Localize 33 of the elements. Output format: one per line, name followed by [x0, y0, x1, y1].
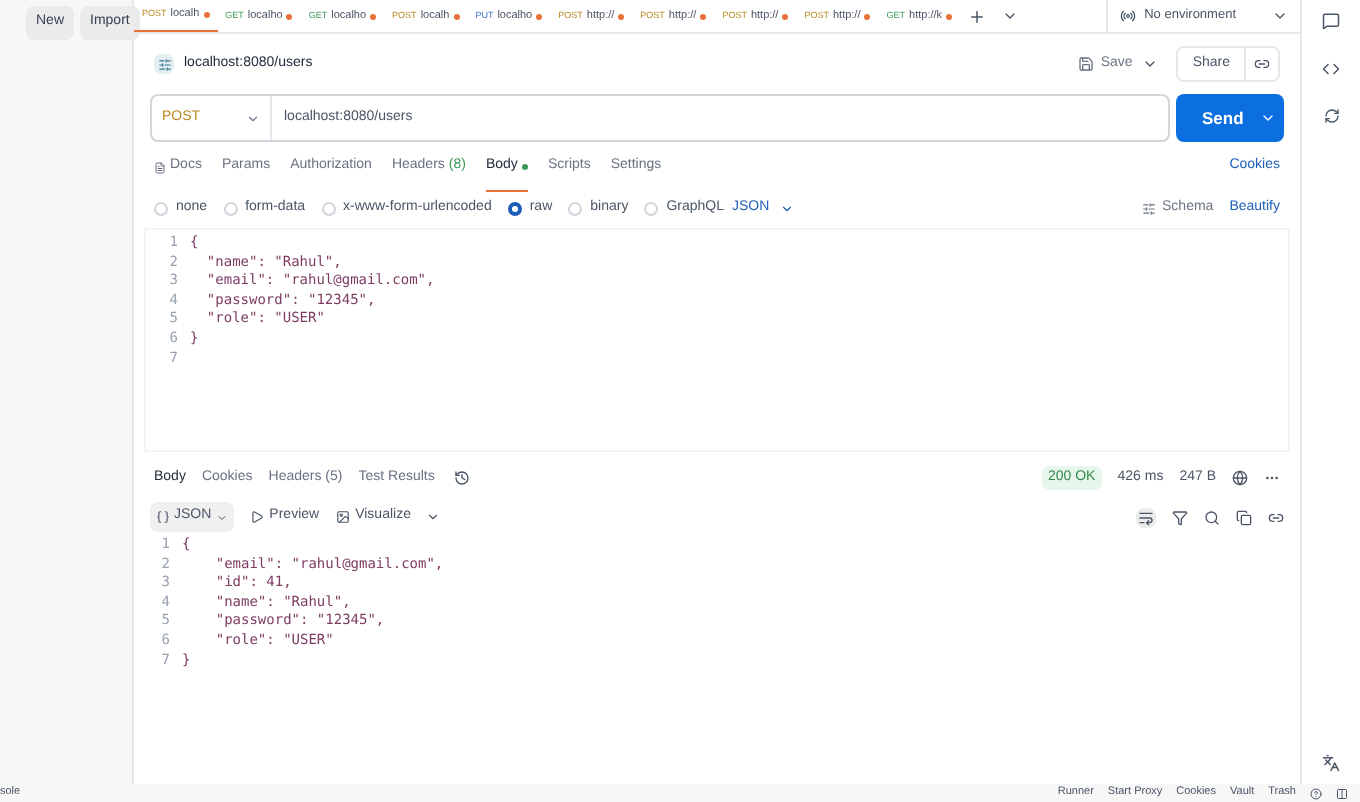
- chevron-icon: [779, 201, 794, 215]
- save-icon: [1078, 56, 1095, 72]
- chevron-icon: [215, 511, 228, 523]
- chevron-icon: [1260, 110, 1276, 126]
- search-icon[interactable]: [1204, 509, 1220, 525]
- add-tab-icon[interactable]: [968, 7, 987, 25]
- sliders-icon: [1142, 201, 1157, 215]
- globe-icon[interactable]: [1232, 470, 1248, 486]
- braces-icon: [156, 510, 170, 524]
- refresh-icon[interactable]: [1323, 108, 1339, 124]
- code-icon[interactable]: [1322, 60, 1340, 78]
- chevron-icon[interactable]: [1002, 8, 1019, 24]
- chevron-icon[interactable]: [1142, 56, 1159, 72]
- link-icon[interactable]: [1268, 509, 1284, 525]
- request-icon: [154, 54, 174, 74]
- history-icon[interactable]: [454, 470, 471, 486]
- image-icon: [335, 510, 350, 524]
- chevron-icon: [1272, 8, 1288, 24]
- layout-icon[interactable]: [1336, 787, 1348, 799]
- chevron-icon: [246, 111, 260, 125]
- environment-icon: [1120, 8, 1137, 24]
- play-icon: [249, 510, 264, 524]
- link-icon: [1254, 56, 1270, 72]
- translate-icon[interactable]: [1322, 754, 1340, 772]
- comments-icon[interactable]: [1322, 12, 1340, 30]
- wrap-icon[interactable]: [1136, 507, 1156, 527]
- help-icon[interactable]: [1310, 787, 1322, 799]
- filter-icon[interactable]: [1172, 509, 1188, 525]
- chevron-icon[interactable]: [426, 510, 441, 524]
- radio-button[interactable]: [507, 201, 522, 215]
- send-button[interactable]: Send: [1176, 94, 1284, 142]
- copy-icon[interactable]: [1236, 509, 1252, 525]
- document-icon: [154, 161, 166, 173]
